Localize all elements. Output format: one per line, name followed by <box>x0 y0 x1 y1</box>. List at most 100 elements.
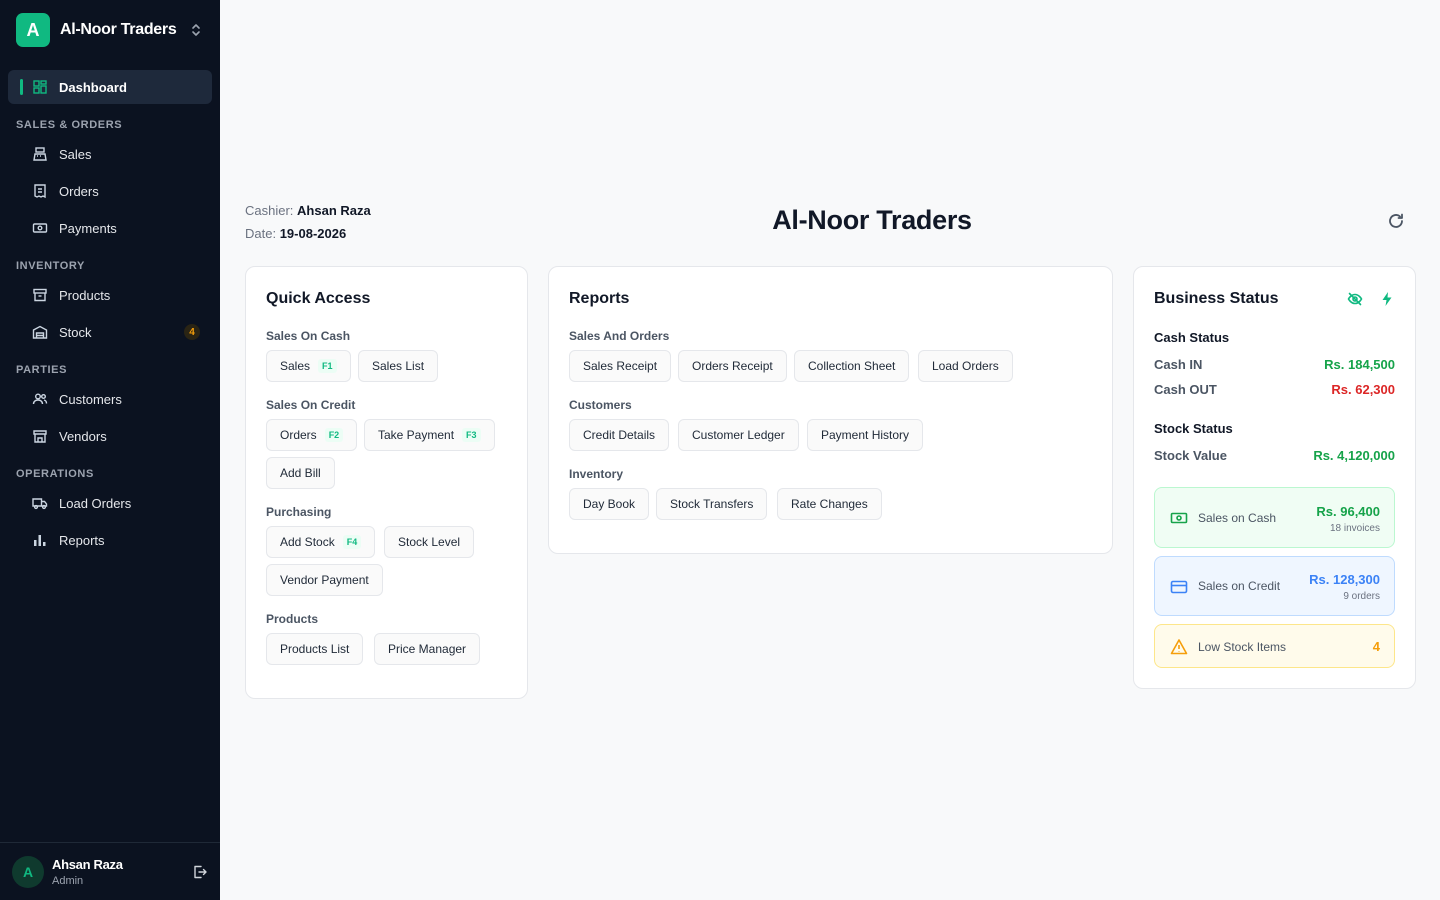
archive-box-icon <box>33 288 47 302</box>
banknote-icon <box>32 223 48 233</box>
sidebar-item-stock[interactable]: Stock 4 <box>8 315 212 349</box>
tile-value: Rs. 96,400 <box>1316 504 1380 519</box>
eye-off-icon[interactable] <box>1347 291 1363 307</box>
sales-button[interactable]: Sales F1 <box>266 350 351 382</box>
sales-list-button[interactable]: Sales List <box>358 350 439 382</box>
date-info: Date: 19-08-2026 <box>245 226 346 241</box>
reports-card: Reports Sales And Orders Sales Receipt O… <box>548 266 1113 554</box>
sidebar-item-products[interactable]: Products <box>8 278 212 312</box>
button-label: Take Payment <box>378 428 455 442</box>
stock-level-button[interactable]: Stock Level <box>384 526 475 558</box>
user-role: Admin <box>52 875 84 887</box>
cash-status-label: Cash Status <box>1154 330 1230 345</box>
sidebar-item-label: Dashboard <box>59 79 127 95</box>
section-inventory: INVENTORY <box>16 260 85 272</box>
products-list-button[interactable]: Products List <box>266 633 364 665</box>
button-label: Orders <box>280 428 317 442</box>
take-payment-button[interactable]: Take Payment F3 <box>364 419 495 451</box>
user-name: Ahsan Raza <box>52 857 123 872</box>
shortcut-key: F4 <box>342 535 362 549</box>
shortcut-key: F2 <box>324 428 344 442</box>
stock-transfers-button[interactable]: Stock Transfers <box>656 488 768 520</box>
tile-subtext: 18 invoices <box>1329 523 1380 534</box>
cash-icon <box>1170 512 1188 524</box>
stock-status-label: Stock Status <box>1154 421 1233 436</box>
warning-icon <box>1170 639 1188 655</box>
price-manager-button[interactable]: Price Manager <box>374 633 481 665</box>
sidebar-item-label: Sales <box>59 146 92 162</box>
chevron-up-down-icon[interactable] <box>190 21 202 39</box>
cash-in-value: Rs. 184,500 <box>1324 357 1395 372</box>
stock-value: Rs. 4,120,000 <box>1313 448 1395 463</box>
refresh-icon[interactable] <box>1386 211 1406 231</box>
sales-on-credit-tile[interactable]: Sales on Credit Rs. 128,300 9 orders <box>1154 556 1395 616</box>
credit-card-icon <box>1170 580 1188 594</box>
tile-value: 4 <box>1372 639 1380 654</box>
tile-label: Sales on Credit <box>1198 579 1281 593</box>
brand-logo: A <box>16 13 50 47</box>
page-title: Al-Noor Traders <box>772 205 972 235</box>
sidebar-item-customers[interactable]: Customers <box>8 382 212 416</box>
quick-access-card: Quick Access Sales On Cash Sales F1 Sales… <box>245 266 528 699</box>
cash-in-label: Cash IN <box>1154 357 1203 372</box>
cash-out-value: Rs. 62,300 <box>1331 382 1395 397</box>
add-bill-button[interactable]: Add Bill <box>266 457 335 489</box>
payment-history-button[interactable]: Payment History <box>807 419 924 451</box>
sidebar-item-label: Customers <box>59 391 122 407</box>
section-operations: OPERATIONS <box>16 468 94 480</box>
credit-details-button[interactable]: Credit Details <box>569 419 670 451</box>
sidebar-item-sales[interactable]: Sales <box>8 137 212 171</box>
tile-value: Rs. 128,300 <box>1309 572 1380 587</box>
group-label: Sales On Cash <box>266 329 351 343</box>
bar-chart-icon <box>34 535 46 546</box>
tile-subtext: 9 orders <box>1343 591 1380 602</box>
stock-value-label: Stock Value <box>1154 448 1227 463</box>
group-label: Sales And Orders <box>569 329 670 343</box>
sidebar: A Al-Noor Traders Dashboard SALES & ORDE… <box>0 0 220 900</box>
business-status-card: Business Status Cash Status Cash IN Rs. … <box>1133 266 1416 689</box>
customer-ledger-button[interactable]: Customer Ledger <box>678 419 799 451</box>
sidebar-item-label: Load Orders <box>59 495 132 511</box>
sidebar-item-payments[interactable]: Payments <box>8 211 212 245</box>
sidebar-item-label: Payments <box>59 220 117 236</box>
group-label: Customers <box>569 398 632 412</box>
add-stock-button[interactable]: Add Stock F4 <box>266 526 376 558</box>
orders-receipt-button[interactable]: Orders Receipt <box>678 350 787 382</box>
warehouse-icon <box>32 325 48 339</box>
cash-out-label: Cash OUT <box>1154 382 1217 397</box>
cashier-info: Cashier: Ahsan Raza <box>245 203 371 218</box>
vendor-payment-button[interactable]: Vendor Payment <box>266 564 383 596</box>
sidebar-item-dashboard[interactable]: Dashboard <box>8 70 212 104</box>
truck-icon <box>32 498 48 510</box>
day-book-button[interactable]: Day Book <box>569 488 650 520</box>
tile-label: Sales on Cash <box>1198 511 1277 525</box>
brand-switcher[interactable]: A Al-Noor Traders <box>16 13 206 47</box>
group-label: Sales On Credit <box>266 398 356 412</box>
sidebar-item-label: Orders <box>59 183 99 199</box>
sidebar-item-label: Stock <box>59 324 92 340</box>
load-orders-button[interactable]: Load Orders <box>918 350 1013 382</box>
low-stock-tile[interactable]: Low Stock Items 4 <box>1154 624 1395 668</box>
card-title: Business Status <box>1154 290 1279 307</box>
sidebar-item-vendors[interactable]: Vendors <box>8 419 212 453</box>
lightning-icon[interactable] <box>1379 291 1395 307</box>
sales-receipt-button[interactable]: Sales Receipt <box>569 350 672 382</box>
section-parties: PARTIES <box>16 364 68 376</box>
orders-button[interactable]: Orders F2 <box>266 419 358 451</box>
button-label: Sales <box>280 359 311 373</box>
logout-icon[interactable] <box>192 864 208 880</box>
rate-changes-button[interactable]: Rate Changes <box>777 488 882 520</box>
avatar[interactable]: A <box>12 856 44 888</box>
sales-on-cash-tile[interactable]: Sales on Cash Rs. 96,400 18 invoices <box>1154 487 1395 548</box>
button-label: Add Stock <box>280 535 335 549</box>
group-label: Purchasing <box>266 505 332 519</box>
card-title: Quick Access <box>266 290 371 307</box>
sidebar-item-reports[interactable]: Reports <box>8 523 212 557</box>
users-icon <box>32 393 48 405</box>
sidebar-item-orders[interactable]: Orders <box>8 174 212 208</box>
cashier-name: Ahsan Raza <box>297 203 371 218</box>
sidebar-item-load-orders[interactable]: Load Orders <box>8 486 212 520</box>
sidebar-item-label: Vendors <box>59 428 107 444</box>
date-value: 19-08-2026 <box>279 226 347 241</box>
collection-sheet-button[interactable]: Collection Sheet <box>794 350 910 382</box>
